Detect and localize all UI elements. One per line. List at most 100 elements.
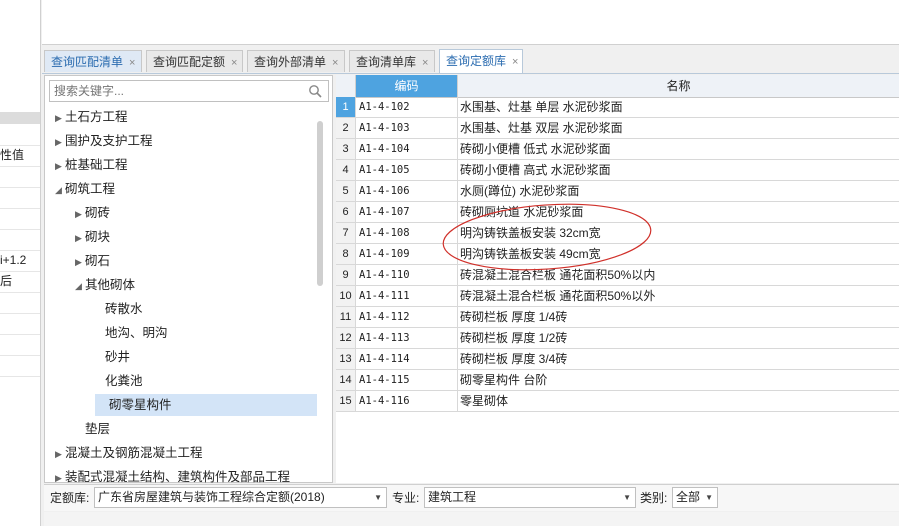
- left-panel-row[interactable]: [0, 208, 40, 230]
- expanded-arrow-icon[interactable]: ◢: [55, 179, 65, 201]
- left-panel-row[interactable]: [0, 166, 40, 188]
- code-cell[interactable]: A1-4-111: [356, 286, 458, 306]
- name-cell[interactable]: 零星砌体: [458, 391, 899, 411]
- name-cell[interactable]: 砖砌小便槽 高式 水泥砂浆面: [458, 160, 899, 180]
- table-row[interactable]: 3 A1-4-104 砖砌小便槽 低式 水泥砂浆面: [336, 139, 899, 160]
- horizontal-scrollbar[interactable]: [44, 512, 899, 526]
- row-number-cell[interactable]: 7: [336, 223, 356, 243]
- close-icon[interactable]: ×: [129, 52, 135, 74]
- table-row[interactable]: 10 A1-4-111 砖混凝土混合栏板 通花面积50%以外: [336, 286, 899, 307]
- name-cell[interactable]: 明沟铸铁盖板安装 49cm宽: [458, 244, 899, 264]
- tree-node[interactable]: ▶ 围护及支护工程: [55, 130, 153, 152]
- code-cell[interactable]: A1-4-115: [356, 370, 458, 390]
- table-row[interactable]: 5 A1-4-106 水厕(蹲位) 水泥砂浆面: [336, 181, 899, 202]
- collapsed-arrow-icon[interactable]: ▶: [75, 227, 85, 249]
- name-cell[interactable]: 砖砌栏板 厚度 3/4砖: [458, 349, 899, 369]
- code-cell[interactable]: A1-4-106: [356, 181, 458, 201]
- collapsed-arrow-icon[interactable]: ▶: [55, 107, 65, 129]
- name-cell[interactable]: 砖混凝土混合栏板 通花面积50%以内: [458, 265, 899, 285]
- row-number-cell[interactable]: 11: [336, 307, 356, 327]
- code-cell[interactable]: A1-4-108: [356, 223, 458, 243]
- code-cell[interactable]: A1-4-104: [356, 139, 458, 159]
- left-panel-row[interactable]: [0, 292, 40, 314]
- row-number-cell[interactable]: 2: [336, 118, 356, 138]
- name-cell[interactable]: 砖砌厕坑道 水泥砂浆面: [458, 202, 899, 222]
- header-code[interactable]: 编码: [356, 75, 458, 97]
- table-row[interactable]: 4 A1-4-105 砖砌小便槽 高式 水泥砂浆面: [336, 160, 899, 181]
- name-cell[interactable]: 水厕(蹲位) 水泥砂浆面: [458, 181, 899, 201]
- left-panel-row[interactable]: i+1.2: [0, 250, 40, 272]
- row-number-cell[interactable]: 14: [336, 370, 356, 390]
- table-row[interactable]: 12 A1-4-113 砖砌栏板 厚度 1/2砖: [336, 328, 899, 349]
- tab-match-list[interactable]: 查询匹配清单 ×: [44, 50, 142, 72]
- table-row[interactable]: 13 A1-4-114 砖砌栏板 厚度 3/4砖: [336, 349, 899, 370]
- name-cell[interactable]: 砖砌栏板 厚度 1/2砖: [458, 328, 899, 348]
- tree-node[interactable]: 砌零星构件: [95, 394, 317, 416]
- collapsed-arrow-icon[interactable]: ▶: [75, 251, 85, 273]
- table-row[interactable]: 9 A1-4-110 砖混凝土混合栏板 通花面积50%以内: [336, 265, 899, 286]
- name-cell[interactable]: 砖砌小便槽 低式 水泥砂浆面: [458, 139, 899, 159]
- tree-node[interactable]: ▶ 土石方工程: [55, 106, 128, 128]
- row-number-cell[interactable]: 10: [336, 286, 356, 306]
- tab-match-quota[interactable]: 查询匹配定额 ×: [146, 50, 243, 72]
- tree-node[interactable]: ▶ 混凝土及钢筋混凝土工程: [55, 442, 203, 464]
- code-cell[interactable]: A1-4-102: [356, 97, 458, 117]
- category-select[interactable]: 全部 ▼: [672, 487, 718, 508]
- table-row[interactable]: 11 A1-4-112 砖砌栏板 厚度 1/4砖: [336, 307, 899, 328]
- header-name[interactable]: 名称: [458, 75, 899, 97]
- tree-node[interactable]: 地沟、明沟: [95, 322, 168, 344]
- tree-node[interactable]: 垫层: [75, 418, 110, 440]
- left-panel-row[interactable]: [0, 313, 40, 335]
- close-icon[interactable]: ×: [231, 52, 237, 74]
- tree-node[interactable]: ◢ 砌筑工程: [55, 178, 115, 200]
- row-number-cell[interactable]: 3: [336, 139, 356, 159]
- table-row[interactable]: 7 A1-4-108 明沟铸铁盖板安装 32cm宽: [336, 223, 899, 244]
- tab-quota-library[interactable]: 查询定额库 ×: [439, 49, 523, 73]
- left-panel-row[interactable]: [0, 124, 40, 146]
- tree-node[interactable]: ▶ 砌砖: [75, 202, 110, 224]
- left-panel-row[interactable]: [0, 334, 40, 356]
- collapsed-arrow-icon[interactable]: ▶: [55, 443, 65, 465]
- left-panel-row[interactable]: 性值: [0, 145, 40, 167]
- table-row[interactable]: 8 A1-4-109 明沟铸铁盖板安装 49cm宽: [336, 244, 899, 265]
- name-cell[interactable]: 砖砌栏板 厚度 1/4砖: [458, 307, 899, 327]
- code-cell[interactable]: A1-4-112: [356, 307, 458, 327]
- code-cell[interactable]: A1-4-107: [356, 202, 458, 222]
- close-icon[interactable]: ×: [332, 52, 338, 74]
- name-cell[interactable]: 砖混凝土混合栏板 通花面积50%以外: [458, 286, 899, 306]
- row-number-cell[interactable]: 9: [336, 265, 356, 285]
- major-select[interactable]: 建筑工程 ▼: [424, 487, 636, 508]
- name-cell[interactable]: 水围基、灶基 双层 水泥砂浆面: [458, 118, 899, 138]
- tree-scrollbar[interactable]: [317, 121, 323, 286]
- quota-library-select[interactable]: 广东省房屋建筑与装饰工程综合定额(2018) ▼: [94, 487, 387, 508]
- tree-node[interactable]: 砖散水: [95, 298, 143, 320]
- row-number-cell[interactable]: 12: [336, 328, 356, 348]
- collapsed-arrow-icon[interactable]: ▶: [55, 131, 65, 153]
- tree-node[interactable]: ▶ 砌石: [75, 250, 110, 272]
- tree-node[interactable]: ▶ 装配式混凝土结构、建筑构件及部品工程: [55, 466, 290, 484]
- row-number-cell[interactable]: 4: [336, 160, 356, 180]
- row-number-cell[interactable]: 1: [336, 97, 356, 117]
- left-panel-row[interactable]: 后: [0, 271, 40, 293]
- table-row[interactable]: 15 A1-4-116 零星砌体: [336, 391, 899, 412]
- tree-node[interactable]: ▶ 桩基础工程: [55, 154, 128, 176]
- code-cell[interactable]: A1-4-114: [356, 349, 458, 369]
- left-panel-row[interactable]: [0, 355, 40, 377]
- collapsed-arrow-icon[interactable]: ▶: [55, 155, 65, 177]
- collapsed-arrow-icon[interactable]: ▶: [75, 203, 85, 225]
- table-row[interactable]: 14 A1-4-115 砌零星构件 台阶: [336, 370, 899, 391]
- name-cell[interactable]: 砌零星构件 台阶: [458, 370, 899, 390]
- row-number-cell[interactable]: 13: [336, 349, 356, 369]
- collapsed-arrow-icon[interactable]: ▶: [55, 467, 65, 484]
- close-icon[interactable]: ×: [512, 51, 518, 73]
- search-input[interactable]: [50, 81, 298, 101]
- code-cell[interactable]: A1-4-116: [356, 391, 458, 411]
- table-row[interactable]: 6 A1-4-107 砖砌厕坑道 水泥砂浆面: [336, 202, 899, 223]
- name-cell[interactable]: 水围基、灶基 单层 水泥砂浆面: [458, 97, 899, 117]
- tree-node[interactable]: ▶ 砌块: [75, 226, 110, 248]
- code-cell[interactable]: A1-4-105: [356, 160, 458, 180]
- tree-node[interactable]: ◢ 其他砌体: [75, 274, 135, 296]
- tree-node[interactable]: 化粪池: [95, 370, 143, 392]
- tab-list-library[interactable]: 查询清单库 ×: [349, 50, 435, 72]
- name-cell[interactable]: 明沟铸铁盖板安装 32cm宽: [458, 223, 899, 243]
